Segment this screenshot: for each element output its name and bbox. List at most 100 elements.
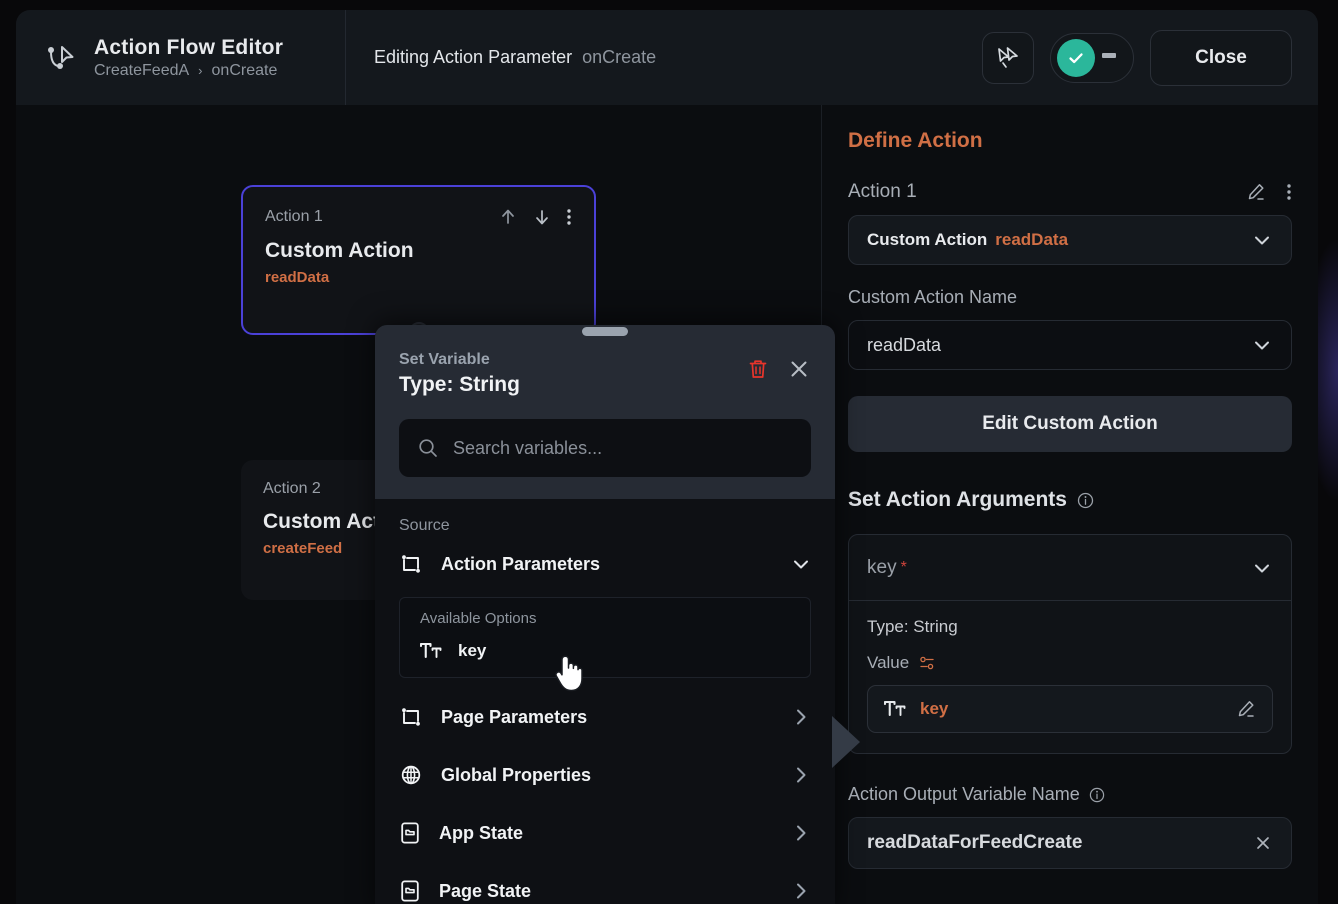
node-subtitle: readData — [265, 269, 330, 286]
argument-type: Type: String — [867, 617, 958, 636]
breadcrumb-current[interactable]: onCreate — [212, 62, 278, 80]
chevron-down-icon[interactable] — [789, 552, 813, 576]
globe-icon — [399, 763, 423, 787]
panel-action-row: Action 1 — [848, 181, 1292, 203]
panel-title: Define Action — [848, 129, 983, 152]
flow-cursor-icon — [44, 41, 78, 75]
pencil-icon[interactable] — [1246, 182, 1266, 202]
arrow-down-icon[interactable] — [532, 207, 552, 227]
argument-header[interactable]: key * — [849, 535, 1291, 601]
pencil-icon[interactable] — [1236, 699, 1256, 719]
source-item-page-parameters[interactable]: Page Parameters — [375, 688, 835, 746]
source-item-action-parameters[interactable]: Action Parameters — [375, 535, 835, 593]
source-label: Source — [399, 517, 450, 534]
close-button[interactable]: Close — [1150, 29, 1292, 86]
argument-value-field[interactable]: key — [867, 685, 1273, 733]
info-icon[interactable] — [1089, 787, 1105, 803]
minus-glyph-icon — [1102, 52, 1116, 58]
source-item-page-state[interactable]: Page State — [375, 862, 835, 904]
argument-value: key — [920, 699, 949, 718]
option-label: key — [458, 641, 487, 660]
chevron-right-icon: › — [198, 63, 203, 78]
argument-value-label: Value — [867, 653, 910, 672]
chevron-right-icon[interactable] — [789, 763, 813, 787]
output-variable-field[interactable]: readDataForFeedCreate — [848, 817, 1292, 869]
edit-custom-action-button[interactable]: Edit Custom Action — [848, 396, 1292, 452]
panel-action-tools — [1246, 182, 1292, 202]
popup-drag-handle[interactable] — [582, 327, 628, 336]
screen-root: Action Flow Editor CreateFeedA › onCreat… — [0, 0, 1338, 904]
panel-action-label: Action 1 — [848, 181, 917, 202]
close-icon[interactable] — [787, 357, 811, 381]
popup-kicker: Set Variable — [399, 351, 490, 368]
custom-action-name-value: readData — [867, 334, 942, 355]
search-variables-field[interactable]: Search variables... — [399, 419, 811, 477]
output-variable-label-row: Action Output Variable Name — [848, 784, 1292, 805]
text-type-icon — [420, 641, 442, 661]
available-options-block: Available Options key — [399, 597, 811, 678]
header-actions: Close — [982, 29, 1318, 86]
header-brand: Action Flow Editor CreateFeedA › onCreat… — [16, 10, 346, 105]
breadcrumb-root[interactable]: CreateFeedA — [94, 62, 189, 80]
argument-value-label-row: Value — [867, 653, 1273, 673]
argument-body: Type: String Value key — [849, 601, 1291, 753]
app-header: Action Flow Editor CreateFeedA › onCreat… — [16, 10, 1318, 105]
source-item-app-state[interactable]: App State — [375, 804, 835, 862]
action-type-prefix: Custom Action — [867, 230, 988, 249]
search-placeholder: Search variables... — [453, 437, 603, 458]
node-header: Action 1 — [243, 187, 594, 227]
chevron-right-icon[interactable] — [789, 705, 813, 729]
app-window: Action Flow Editor CreateFeedA › onCreat… — [16, 10, 1318, 904]
search-icon — [417, 437, 439, 459]
option-item-key[interactable]: key — [400, 627, 810, 667]
sliders-icon[interactable] — [918, 654, 936, 672]
editing-label: Editing Action Parameter — [374, 47, 573, 67]
popup-header: Set Variable Type: String Search variabl… — [375, 325, 835, 499]
required-marker: * — [900, 558, 907, 576]
source-item-label: Global Properties — [441, 764, 592, 785]
custom-action-name-select[interactable]: readData — [848, 320, 1292, 370]
more-vertical-icon[interactable] — [566, 207, 572, 227]
arrow-up-icon[interactable] — [498, 207, 518, 227]
argument-card: key * Type: String Value key — [848, 534, 1292, 754]
close-icon[interactable] — [1253, 833, 1273, 853]
popup-title: Type: String — [399, 373, 520, 396]
output-variable-value: readDataForFeedCreate — [867, 832, 1083, 853]
source-item-global-properties[interactable]: Global Properties — [375, 746, 835, 804]
text-type-icon — [884, 699, 906, 719]
set-arguments-label: Set Action Arguments — [848, 488, 1067, 511]
chevron-down-icon — [1251, 557, 1273, 579]
source-item-label: Page State — [439, 880, 532, 901]
action-node-1[interactable]: Action 1 Custom Action readData — [241, 185, 596, 342]
node-title: Custom Action — [265, 239, 414, 262]
node-index-label: Action 2 — [263, 480, 321, 497]
action-type-value: readData — [995, 230, 1069, 249]
status-toggle[interactable] — [1050, 32, 1134, 83]
popup-tools — [747, 351, 811, 381]
more-vertical-icon[interactable] — [1286, 182, 1292, 202]
panel-pointer-arrow — [832, 716, 860, 768]
custom-action-name-label: Custom Action Name — [848, 287, 1018, 307]
crop-frame-icon — [399, 552, 423, 576]
available-options-label: Available Options — [420, 610, 537, 627]
action-type-select[interactable]: Custom Action readData — [848, 215, 1292, 265]
check-icon — [1057, 38, 1095, 77]
popup-body: Source Action Parameters Available Optio… — [375, 499, 835, 904]
info-icon[interactable] — [1077, 492, 1094, 509]
define-action-panel: Define Action Action 1 Custom Action rea… — [821, 105, 1318, 904]
crop-frame-icon — [399, 705, 423, 729]
chevron-right-icon[interactable] — [789, 821, 813, 845]
source-item-label: Page Parameters — [441, 706, 588, 727]
page-title: Action Flow Editor — [94, 35, 284, 59]
state-box-icon — [399, 879, 421, 903]
header-context: Editing Action Parameter onCreate — [346, 47, 982, 68]
multi-cursor-icon — [995, 45, 1021, 71]
node-index-label: Action 1 — [265, 208, 323, 225]
trash-icon[interactable] — [747, 358, 769, 380]
argument-name: key — [867, 556, 897, 578]
multi-cursor-button[interactable] — [982, 31, 1034, 84]
chevron-right-icon[interactable] — [789, 879, 813, 903]
header-title-group: Action Flow Editor CreateFeedA › onCreat… — [94, 36, 283, 80]
state-box-icon — [399, 821, 421, 845]
node-tools — [498, 207, 572, 227]
